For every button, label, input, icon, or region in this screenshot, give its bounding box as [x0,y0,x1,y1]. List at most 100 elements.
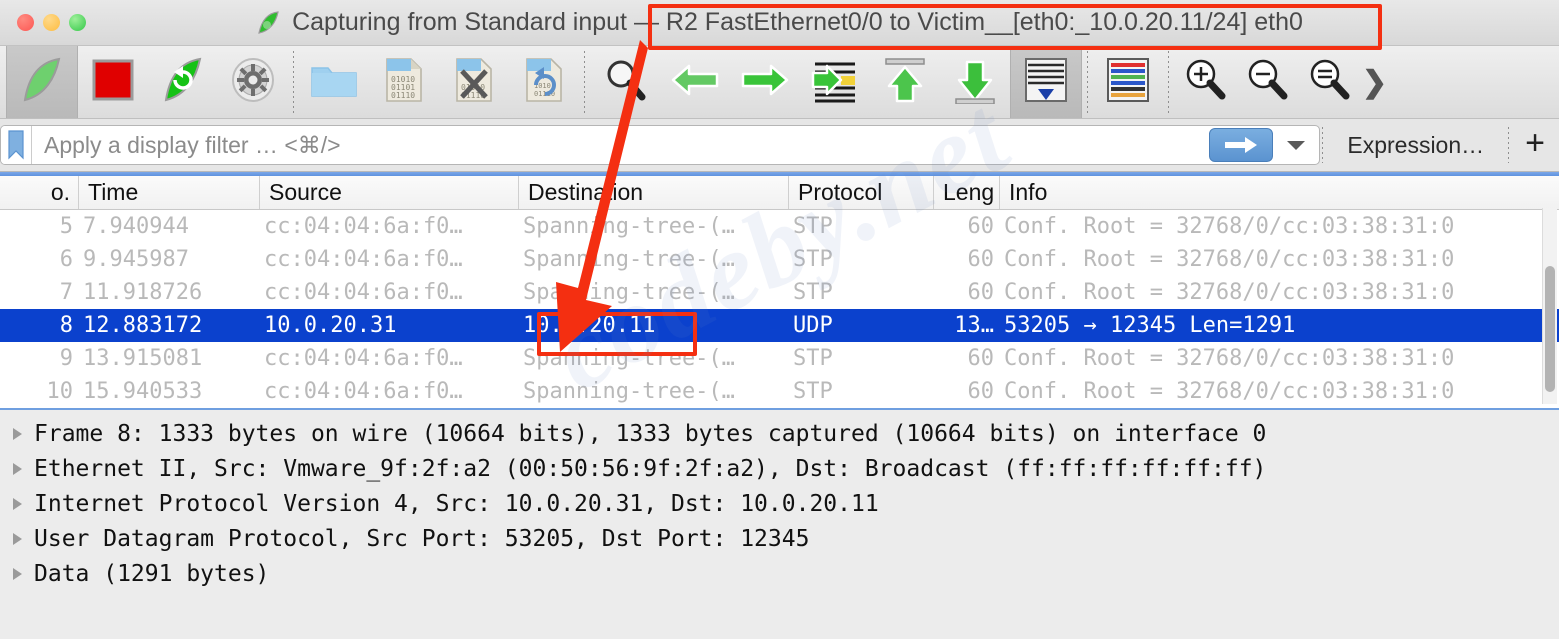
go-forward-button[interactable] [730,49,800,115]
auto-scroll-button[interactable] [1010,46,1082,118]
reload-file-button[interactable]: 1010 01110 [509,49,579,115]
stop-capture-button[interactable] [78,49,148,115]
go-to-first-packet-button[interactable] [870,49,940,115]
column-header-protocol[interactable]: Protocol [788,176,933,209]
expand-triangle-icon[interactable] [0,461,34,477]
cell-length: 60 [967,247,995,272]
restart-capture-button[interactable] [148,49,218,115]
table-row[interactable]: 9 13.915081 cc:04:04:6a:f0… Spanning-tree-(… [0,342,1559,375]
wireshark-fin-icon [256,10,282,36]
expand-triangle-icon[interactable] [0,531,34,547]
apply-filter-button[interactable] [1209,128,1274,162]
column-header-destination[interactable]: Destination [518,176,788,209]
add-filter-button[interactable]: + [1511,126,1559,164]
cell-time: 7.940944 [83,214,189,239]
chevron-down-icon [1287,141,1306,150]
cell-info: Conf. Root = 32768/0/cc:03:38:31:0 [1004,247,1455,272]
close-file-button[interactable]: 01010 01110 [439,49,509,115]
cell-protocol: STP [793,247,833,272]
green-right-arrow-icon [739,60,791,105]
scrollbar-thumb[interactable] [1545,266,1555,392]
column-header-info[interactable]: Info [999,176,1559,209]
cell-destination: Spanning-tree-(… [523,379,735,404]
green-fin-restart-icon [160,56,206,109]
toolbar-separator [584,51,585,113]
maximize-button[interactable] [69,14,86,31]
folder-icon [310,60,358,105]
cell-length: 60 [967,346,995,371]
detail-tree-item[interactable]: Ethernet II, Src: Vmware_9f:2f:a2 (00:50… [0,451,1559,486]
cell-time: 15.940533 [83,379,203,404]
filter-bookmark-icon[interactable] [1,126,32,164]
packet-list-header: o. Time Source Destination Protocol Leng… [0,176,1559,210]
column-header-source[interactable]: Source [259,176,518,209]
expand-triangle-icon[interactable] [0,566,34,582]
toolbar-separator [1087,51,1088,113]
detail-tree-item[interactable]: Frame 8: 1333 bytes on wire (10664 bits)… [0,416,1559,451]
start-capture-button[interactable] [6,46,78,118]
filter-history-dropdown[interactable] [1279,138,1313,152]
wireshark-window: Capturing from Standard input — R2 FastE… [0,0,1559,639]
cell-destination: 10.0.20.11 [523,313,656,338]
toolbar-separator [1168,51,1169,113]
colorize-packet-list-icon [1105,56,1151,109]
cell-length: 13… [954,313,994,338]
zoom-out-button[interactable] [1236,49,1298,115]
title-bar: Capturing from Standard input — R2 FastE… [0,0,1559,46]
packet-list: o. Time Source Destination Protocol Leng… [0,172,1559,408]
auto-scroll-icon [1023,56,1069,109]
go-to-packet-button[interactable] [800,49,870,115]
filter-separator [1508,127,1510,163]
green-shark-fin-icon [19,56,65,109]
capture-options-button[interactable] [218,49,288,115]
expand-triangle-icon[interactable] [0,496,34,512]
zoom-reset-button[interactable] [1298,49,1360,115]
filter-separator [1322,127,1324,163]
save-file-icon: 01010 01101 01110 [384,57,424,108]
window-controls [0,14,86,31]
cell-length: 60 [967,214,995,239]
search-input[interactable]: Apply a display filter … <⌘/> [0,125,1321,165]
cell-info: Conf. Root = 32768/0/cc:03:38:31:0 [1004,379,1455,404]
cell-no: 10 [46,379,74,404]
detail-text: Frame 8: 1333 bytes on wire (10664 bits)… [34,420,1267,447]
cell-time: 13.915081 [83,346,203,371]
column-header-length[interactable]: Leng [933,176,999,209]
detail-tree-item[interactable]: User Datagram Protocol, Src Port: 53205,… [0,521,1559,556]
green-down-arrow-icon [953,56,997,109]
close-button[interactable] [17,14,34,31]
go-to-packet-icon [811,56,859,109]
colorize-button[interactable] [1093,49,1163,115]
detail-tree-item[interactable]: Data (1291 bytes) [0,556,1559,591]
column-header-no[interactable]: o. [0,176,78,209]
cell-info: Conf. Root = 32768/0/cc:03:38:31:0 [1004,280,1455,305]
cell-destination: Spanning-tree-(… [523,346,735,371]
zoom-in-icon [1182,57,1228,108]
detail-text: Internet Protocol Version 4, Src: 10.0.2… [34,490,879,517]
table-row[interactable]: 10 15.940533 cc:04:04:6a:f0… Spanning-tree-… [0,375,1559,408]
table-row[interactable]: 8 12.883172 10.0.20.31 10.0.20.11 UDP 13… 5320… [0,309,1559,342]
save-file-button[interactable]: 01010 01101 01110 [369,49,439,115]
minimize-button[interactable] [43,14,60,31]
column-header-time[interactable]: Time [78,176,259,209]
table-row[interactable]: 7 11.918726 cc:04:04:6a:f0… Spanning-tree-(… [0,276,1559,309]
vertical-scrollbar[interactable] [1542,208,1557,404]
cell-protocol: STP [793,346,833,371]
go-back-button[interactable] [660,49,730,115]
find-packet-button[interactable] [590,49,660,115]
cell-destination: Spanning-tree-(… [523,247,735,272]
table-row[interactable]: 6 9.945987 cc:04:04:6a:f0… Spanning-tree-(…… [0,243,1559,276]
filter-placeholder-text: Apply a display filter … <⌘/> [44,131,341,158]
detail-tree-item[interactable]: Internet Protocol Version 4, Src: 10.0.2… [0,486,1559,521]
zoom-in-button[interactable] [1174,49,1236,115]
go-to-last-packet-button[interactable] [940,49,1010,115]
expression-button[interactable]: Expression… [1325,132,1506,159]
cell-length: 60 [967,379,995,404]
expand-triangle-icon[interactable] [0,426,34,442]
cell-source: cc:04:04:6a:f0… [264,247,463,272]
open-file-button[interactable] [299,49,369,115]
toolbar-overflow-button[interactable]: ❯ [1362,65,1387,100]
table-row[interactable]: 5 7.940944 cc:04:04:6a:f0… Spanning-tree-(…… [0,210,1559,243]
cell-no: 5 [59,214,73,239]
cell-length: 60 [967,280,995,305]
